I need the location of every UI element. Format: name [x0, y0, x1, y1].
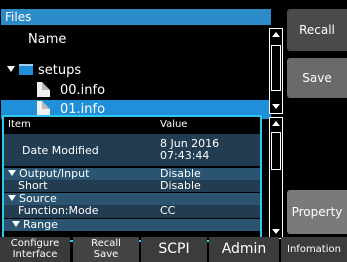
file-row-00[interactable]: 00.info	[1, 81, 271, 100]
detail-key-wrap: Output/Input	[8, 168, 89, 179]
tab-label-line1: Configure	[10, 238, 60, 249]
save-button[interactable]: Save	[287, 58, 347, 98]
tab-information[interactable]: Infomation	[281, 237, 347, 262]
collapse-icon[interactable]	[12, 221, 20, 227]
collapse-icon[interactable]	[8, 170, 16, 176]
detail-value: Disable	[160, 167, 201, 180]
detail-key-wrap: Source	[8, 193, 57, 204]
tab-scpi[interactable]: SCPI	[141, 237, 207, 262]
folder-name: setups	[38, 63, 82, 78]
file-icon	[37, 82, 50, 97]
file-icon	[37, 101, 50, 116]
detail-value: CC	[160, 204, 176, 217]
detail-row-range[interactable]: Range	[4, 219, 260, 231]
folder-icon	[19, 64, 33, 75]
scroll-down-icon[interactable]	[270, 101, 282, 113]
item-column-header: Item	[8, 119, 31, 130]
detail-header: Item Value	[4, 117, 260, 133]
tab-label-line2: Interface	[12, 249, 58, 260]
property-button[interactable]: Property	[287, 190, 347, 234]
tab-label-line1: Recall	[91, 238, 121, 249]
tab-label-line2: Save	[93, 249, 119, 260]
detail-key: Function:Mode	[18, 204, 99, 217]
files-header: Files	[1, 9, 271, 25]
detail-value: Disable	[160, 179, 201, 192]
value-column-header: Value	[160, 119, 188, 130]
tab-recall-save[interactable]: Recall Save	[73, 237, 139, 262]
column-name-header: Name	[1, 30, 271, 49]
detail-row-date-modified[interactable]: Date Modified 8 Jun 2016 07:43:44	[4, 134, 260, 166]
detail-key-wrap: Range	[12, 219, 58, 230]
blank-softkey-area	[287, 102, 347, 188]
scroll-up-icon[interactable]	[270, 118, 282, 130]
files-scrollbar[interactable]	[269, 28, 283, 114]
files-panel: Files Name setups 00.info 01.info	[1, 9, 286, 119]
files-scrollbar-thumb[interactable]	[271, 45, 281, 91]
folder-row-setups[interactable]: setups	[1, 61, 271, 80]
detail-key: Range	[23, 218, 58, 231]
detail-key: Short	[18, 179, 48, 192]
detail-row-function-mode[interactable]: Function:Mode CC	[4, 205, 260, 218]
tab-admin[interactable]: Admin	[209, 237, 279, 262]
detail-scrollbar-thumb[interactable]	[271, 132, 281, 170]
tab-configure-interface[interactable]: Configure Interface	[0, 237, 70, 262]
detail-scrollbar[interactable]	[269, 117, 283, 239]
collapse-icon[interactable]	[8, 195, 16, 201]
detail-value-line2: 07:43:44	[160, 149, 210, 162]
detail-value-line1: 8 Jun 2016	[160, 137, 220, 150]
detail-row-short[interactable]: Short Disable	[4, 180, 260, 192]
recall-button[interactable]: Recall	[287, 9, 347, 51]
expand-icon[interactable]	[7, 66, 15, 72]
name-label: Name	[28, 32, 67, 47]
detail-panel: Item Value Date Modified 8 Jun 2016 07:4…	[2, 115, 262, 242]
file-name: 00.info	[60, 83, 106, 98]
scroll-up-icon[interactable]	[270, 29, 282, 41]
detail-key: Date Modified	[22, 144, 99, 157]
